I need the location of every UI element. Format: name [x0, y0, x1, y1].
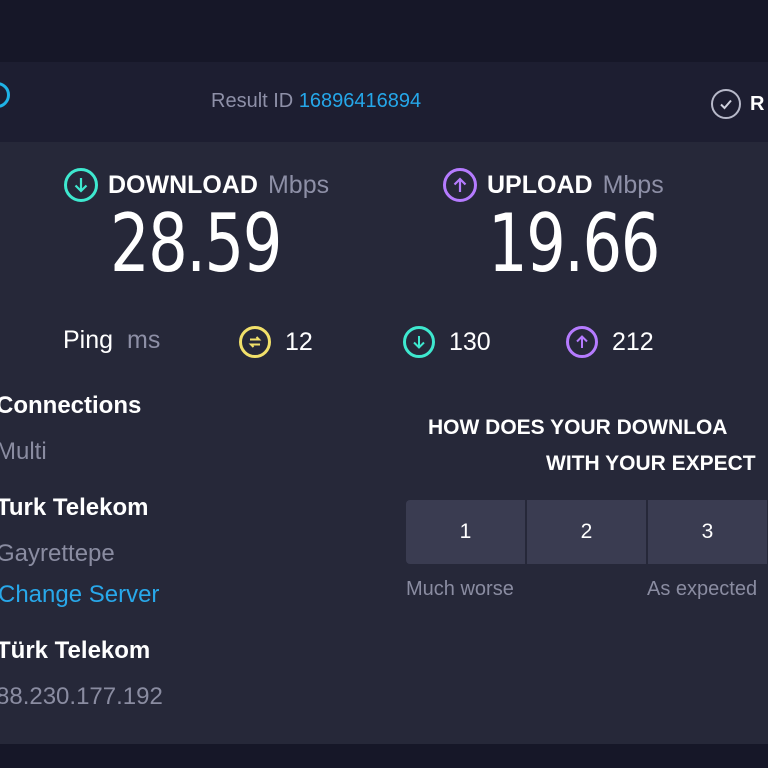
isp-name: Türk Telekom — [0, 637, 151, 664]
rating-option-2[interactable]: 2 — [527, 500, 646, 564]
ping-download-value: 130 — [449, 327, 491, 356]
result-id-link[interactable]: 16896416894 — [299, 90, 421, 112]
speedtest-result-page: Result ID 16896416894 R DOWNLOAD Mbps 28… — [0, 0, 768, 768]
rating-low-label: Much worse — [406, 578, 514, 600]
upload-unit: Mbps — [602, 170, 664, 199]
ping-idle: 12 — [239, 326, 313, 358]
results-button[interactable]: R — [711, 89, 764, 119]
rating-option-3[interactable]: 3 — [648, 500, 767, 564]
ping-idle-icon — [239, 326, 271, 358]
check-circle-icon — [711, 89, 741, 119]
download-arrow-icon — [64, 168, 98, 202]
results-label: R — [750, 92, 765, 115]
download-speed-value: 28.59 — [110, 197, 282, 290]
server-location: Gayrettepe — [0, 540, 115, 567]
download-unit: Mbps — [267, 170, 330, 199]
upload-label: UPLOAD — [487, 170, 593, 199]
survey-question-line2: WITH YOUR EXPECT — [546, 452, 756, 475]
change-server-link[interactable]: Change Server — [0, 581, 159, 609]
top-nav-bar — [0, 0, 768, 62]
ping-upload-value: 212 — [612, 327, 654, 356]
ping-idle-value: 12 — [285, 327, 313, 356]
rating-mid-label: As expected — [647, 578, 758, 600]
ping-label: Ping — [63, 326, 114, 354]
survey-question-line1: HOW DOES YOUR DOWNLOA — [428, 416, 728, 439]
ping-upload-icon — [566, 326, 598, 358]
connections-value: Multi — [0, 438, 47, 465]
server-name: Turk Telekom — [0, 494, 149, 521]
connections-label: Connections — [0, 392, 142, 419]
isp-ip-address: 88.230.177.192 — [0, 683, 163, 710]
ping-unit: ms — [127, 326, 161, 354]
download-label: DOWNLOAD — [108, 170, 258, 199]
result-id: Result ID 16896416894 — [211, 90, 421, 113]
ping-upload: 212 — [566, 326, 654, 358]
upload-arrow-icon — [443, 168, 477, 202]
rating-scale: 1 2 3 — [406, 500, 767, 564]
ping-heading: Ping ms — [63, 326, 160, 355]
ping-download: 130 — [403, 326, 491, 358]
ping-download-icon — [403, 326, 435, 358]
bottom-bar — [0, 744, 768, 768]
upload-speed-value: 19.66 — [488, 197, 660, 290]
survey-question: HOW DOES YOUR DOWNLOA WITH YOUR EXPECT — [428, 410, 768, 482]
rating-option-1[interactable]: 1 — [406, 500, 525, 564]
result-id-label: Result ID — [211, 90, 294, 112]
